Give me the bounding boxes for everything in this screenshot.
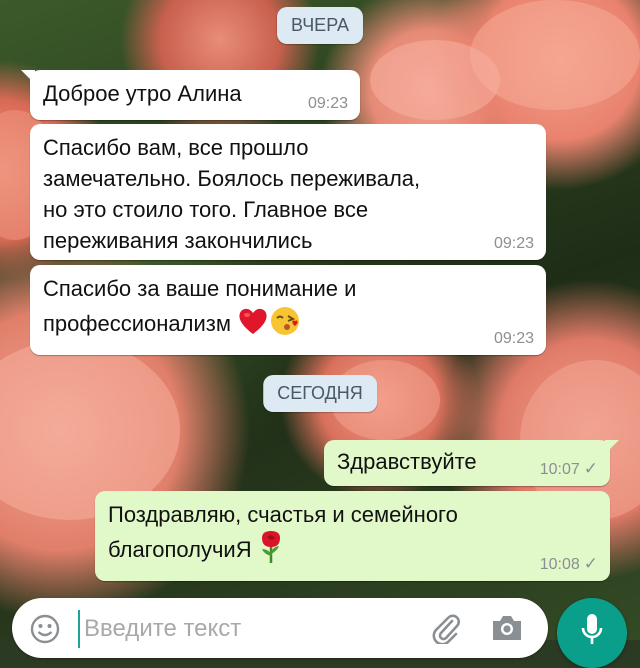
message-input[interactable]: [78, 610, 386, 648]
microphone-icon: [581, 614, 603, 644]
outgoing-message[interactable]: Здравствуйте 10:07 ✓: [324, 440, 619, 486]
message-text: Поздравляю, счастья и семейного благопол…: [108, 499, 598, 572]
message-composer: [12, 598, 548, 658]
smiley-icon[interactable]: [30, 614, 60, 649]
voice-record-button[interactable]: [557, 598, 627, 668]
face-blowing-kiss-icon: [269, 304, 303, 346]
outgoing-message[interactable]: Поздравляю, счастья и семейного благопол…: [95, 491, 610, 581]
rose-icon: [258, 530, 284, 572]
paperclip-icon[interactable]: [430, 612, 460, 649]
message-time: 10:07 ✓: [539, 459, 598, 478]
message-time: 09:23: [493, 235, 534, 252]
message-time: 09:23: [493, 330, 534, 347]
incoming-message[interactable]: Спасибо за ваше понимание и профессионал…: [30, 265, 546, 355]
incoming-message[interactable]: Доброе утро Алина 09:23: [21, 70, 360, 120]
bubble-tail: [21, 70, 35, 84]
red-heart-icon: [237, 306, 269, 344]
camera-icon[interactable]: [490, 612, 524, 647]
sent-check-icon: ✓: [583, 554, 598, 573]
date-separator-today: СЕГОДНЯ: [263, 375, 377, 412]
sent-check-icon: ✓: [583, 459, 598, 478]
date-separator-yesterday: ВЧЕРА: [276, 7, 364, 44]
bubble-tail: [605, 440, 619, 454]
message-time: 10:08 ✓: [539, 554, 598, 573]
message-text: Спасибо за ваше понимание и профессионал…: [43, 273, 534, 346]
message-text: Доброе утро Алина: [43, 81, 242, 106]
message-time: 09:23: [307, 95, 348, 112]
message-text: Спасибо вам, все прошло замечательно. Бо…: [43, 135, 421, 253]
incoming-message[interactable]: Спасибо вам, все прошло замечательно. Бо…: [30, 124, 546, 260]
